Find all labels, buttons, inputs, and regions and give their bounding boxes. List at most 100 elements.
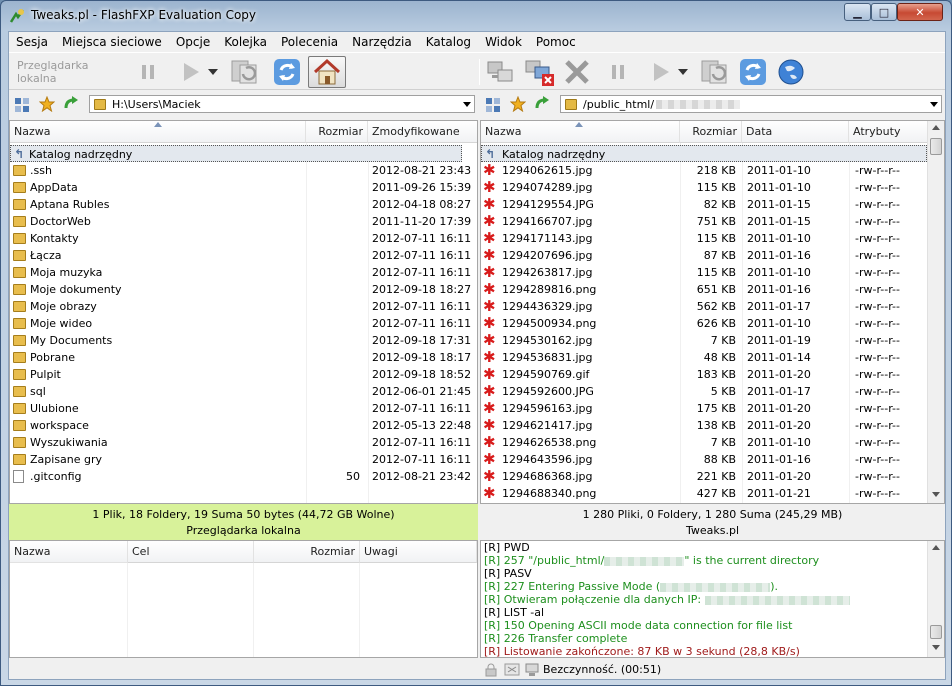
local-file-row[interactable]: Aptana Rubles 2012-04-18 08:27 <box>10 196 477 213</box>
abort-button[interactable] <box>561 56 593 88</box>
view-toggle-icon[interactable] <box>15 98 29 112</box>
local-file-row[interactable]: Moja muzyka 2012-07-11 16:11 <box>10 264 477 281</box>
local-file-row[interactable]: Pobrane 2012-09-18 18:17 <box>10 349 477 366</box>
remote-file-row[interactable]: ✱ 1294688340.png 427 KB 2011-01-21 -rw-r--r-… <box>481 485 927 502</box>
refresh-queue-button[interactable] <box>227 56 261 88</box>
favorites-star-icon[interactable] <box>39 96 55 112</box>
remote-file-row[interactable]: ✱ 1294207696.jpg 87 KB 2011-01-16 -rw-r--r-- <box>481 247 927 264</box>
view-toggle-icon[interactable] <box>486 98 500 112</box>
remote-transfer-button[interactable] <box>649 56 673 88</box>
remote-file-row[interactable]: ✱ 1294074289.jpg 115 KB 2011-01-10 -rw-r--r-… <box>481 179 927 196</box>
close-button[interactable]: ✕ <box>897 3 943 21</box>
remote-compare-button[interactable] <box>697 56 731 88</box>
local-file-row[interactable]: Łącza 2012-07-11 16:11 <box>10 247 477 264</box>
remote-file-row[interactable]: ✱ 1294500934.png 626 KB 2011-01-10 -rw-r--r-… <box>481 315 927 332</box>
disconnect-button[interactable] <box>523 56 557 88</box>
local-file-row[interactable]: DoctorWeb 2011-11-20 17:39 <box>10 213 477 230</box>
remote-col-size[interactable]: Rozmiar <box>680 121 742 143</box>
scroll-thumb[interactable] <box>930 138 942 155</box>
local-file-row[interactable]: .ssh 2012-08-21 23:43 <box>10 162 477 179</box>
transfer-button[interactable] <box>179 56 203 88</box>
local-file-row[interactable]: sql 2012-06-01 21:45 <box>10 383 477 400</box>
remote-file-row[interactable]: ✱ 1294590769.gif 183 KB 2011-01-20 -rw-r--r-… <box>481 366 927 383</box>
local-col-size[interactable]: Rozmiar <box>306 121 368 143</box>
transfer-dropdown[interactable] <box>207 56 219 88</box>
menu-item-1[interactable]: Miejsca sieciowe <box>55 32 169 52</box>
remote-file-row[interactable]: ✱ 1294166707.jpg 751 KB 2011-01-15 -rw-r--r-… <box>481 213 927 230</box>
local-col-modified[interactable]: Zmodyfikowane <box>368 121 477 143</box>
queue-col-notes[interactable]: Uwagi <box>360 541 477 563</box>
remote-transfer-dropdown[interactable] <box>677 56 689 88</box>
local-file-row[interactable]: Wyszukiwania 2012-07-11 16:11 <box>10 434 477 451</box>
local-file-row[interactable]: Moje obrazy 2012-07-11 16:11 <box>10 298 477 315</box>
remote-file-row[interactable]: ✱ 1294062615.jpg 218 KB 2011-01-10 -rw-r--r-… <box>481 162 927 179</box>
chevron-down-icon[interactable] <box>463 102 471 107</box>
local-file-row[interactable]: Zapisane gry 2012-07-11 16:11 <box>10 451 477 468</box>
local-file-row[interactable]: .gitconfig 50 2012-08-21 23:42 <box>10 468 477 485</box>
log-scrollbar[interactable] <box>927 541 944 657</box>
chevron-down-icon[interactable] <box>930 102 938 107</box>
menu-item-4[interactable]: Polecenia <box>274 32 345 52</box>
local-file-row[interactable]: workspace 2012-05-13 22:48 <box>10 417 477 434</box>
remote-file-row[interactable]: ✱ 1294643596.jpg 88 KB 2011-01-16 -rw-r--r-- <box>481 451 927 468</box>
remote-file-row[interactable]: ✱ 1294171143.jpg 115 KB 2011-01-10 -rw-r--r-… <box>481 230 927 247</box>
local-file-row[interactable]: Moje dokumenty 2012-09-18 18:27 <box>10 281 477 298</box>
queue-col-name[interactable]: Nazwa <box>10 541 128 563</box>
connect-button[interactable] <box>485 56 515 88</box>
refresh-button[interactable] <box>271 56 303 88</box>
remote-file-row[interactable]: ✱ 1294626538.png 7 KB 2011-01-10 -rw-r--r-- <box>481 434 927 451</box>
menu-item-8[interactable]: Pomoc <box>529 32 583 52</box>
local-file-row[interactable]: Ulubione 2012-07-11 16:11 <box>10 400 477 417</box>
scroll-up-icon[interactable] <box>932 125 940 130</box>
menu-item-3[interactable]: Kolejka <box>217 32 274 52</box>
remote-parent-row[interactable]: ↰ Katalog nadrzędny <box>481 145 927 162</box>
remote-file-list[interactable]: Nazwa Rozmiar Data Atrybuty ↰ Katalog nad… <box>480 120 945 504</box>
home-button[interactable] <box>308 56 346 88</box>
title-bar[interactable]: Tweaks.pl - FlashFXP Evaluation Copy ▁ □… <box>1 1 951 31</box>
favorites-star-icon[interactable] <box>510 96 526 112</box>
remote-file-row[interactable]: ✱ 1294592600.JPG 5 KB 2011-01-17 -rw-r--r-- <box>481 383 927 400</box>
scroll-down-icon[interactable] <box>932 492 940 497</box>
remote-file-row[interactable]: ✱ 1294263817.jpg 115 KB 2011-01-10 -rw-r--r-… <box>481 264 927 281</box>
local-file-row[interactable]: My Documents 2012-09-18 17:31 <box>10 332 477 349</box>
local-file-row[interactable]: Moje wideo 2012-07-11 16:11 <box>10 315 477 332</box>
remote-file-row[interactable]: ✱ 1294596163.jpg 175 KB 2011-01-20 -rw-r--r-… <box>481 400 927 417</box>
maximize-button[interactable]: □ <box>871 3 897 21</box>
local-path-input[interactable]: H:\Users\Maciek <box>89 95 475 113</box>
globe-button[interactable] <box>775 56 807 88</box>
pause-button[interactable] <box>137 56 159 88</box>
remote-path-input[interactable]: /public_html/ <box>560 95 942 113</box>
local-file-row[interactable]: Kontakty 2012-07-11 16:11 <box>10 230 477 247</box>
menu-item-7[interactable]: Widok <box>478 32 529 52</box>
remote-scrollbar[interactable] <box>927 121 944 503</box>
transfer-queue[interactable]: Nazwa Cel Rozmiar Uwagi <box>9 540 478 658</box>
menu-item-2[interactable]: Opcje <box>169 32 217 52</box>
remote-file-row[interactable]: ✱ 1294289816.png 651 KB 2011-01-16 -rw-r--r-… <box>481 281 927 298</box>
remote-file-row[interactable]: ✱ 1294686368.jpg 221 KB 2011-01-20 -rw-r--r-… <box>481 468 927 485</box>
local-file-row[interactable]: Pulpit 2012-09-18 18:52 <box>10 366 477 383</box>
remote-refresh-button[interactable] <box>737 56 769 88</box>
scroll-up-icon[interactable] <box>932 545 940 550</box>
remote-file-row[interactable]: ✱ 1294536831.jpg 48 KB 2011-01-14 -rw-r--r-- <box>481 349 927 366</box>
scroll-thumb[interactable] <box>930 625 942 639</box>
remote-file-row[interactable]: ✱ 1294436329.jpg 562 KB 2011-01-17 -rw-r--r-… <box>481 298 927 315</box>
menu-item-5[interactable]: Narzędzia <box>345 32 419 52</box>
remote-file-row[interactable]: ✱ 1294621417.jpg 138 KB 2011-01-20 -rw-r--r-… <box>481 417 927 434</box>
session-log[interactable]: [R] PWD [R] 257 "/public_html/" is the cu… <box>480 540 945 658</box>
scroll-down-icon[interactable] <box>932 645 940 650</box>
parent-folder-arrow-icon[interactable] <box>534 96 550 112</box>
local-file-row[interactable]: AppData 2011-09-26 15:39 <box>10 179 477 196</box>
remote-pause-button[interactable] <box>607 56 629 88</box>
local-parent-row[interactable]: ↰ Katalog nadrzędny <box>10 145 462 162</box>
menu-item-0[interactable]: Sesja <box>9 32 55 52</box>
local-file-list[interactable]: Nazwa Rozmiar Zmodyfikowane ↰ Katalog nad… <box>9 120 478 504</box>
remote-file-row[interactable]: ✱ 1294129554.JPG 82 KB 2011-01-15 -rw-r--r-- <box>481 196 927 213</box>
remote-col-attrs[interactable]: Atrybuty <box>849 121 929 143</box>
remote-col-date[interactable]: Data <box>742 121 849 143</box>
menu-item-6[interactable]: Katalog <box>419 32 478 52</box>
minimize-button[interactable]: ▁ <box>844 3 871 21</box>
queue-col-target[interactable]: Cel <box>128 541 254 563</box>
queue-col-size[interactable]: Rozmiar <box>254 541 360 563</box>
parent-folder-arrow-icon[interactable] <box>63 96 79 112</box>
remote-file-row[interactable]: ✱ 1294530162.jpg 7 KB 2011-01-19 -rw-r--r-- <box>481 332 927 349</box>
